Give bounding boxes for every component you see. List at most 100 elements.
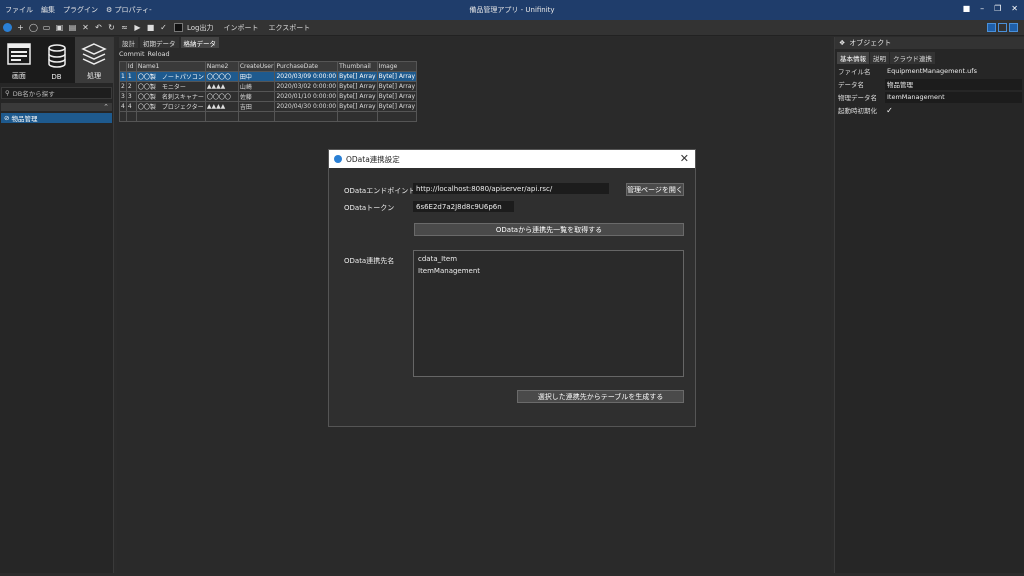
cell-name2[interactable]: ▲▲▲▲: [204, 101, 239, 112]
cell-empty[interactable]: [237, 111, 276, 122]
fetch-targets-button[interactable]: ODataから連携先一覧を取得する: [414, 223, 684, 236]
category-screen[interactable]: 画面: [0, 37, 38, 83]
minimize-icon[interactable]: –: [980, 4, 984, 13]
table-row[interactable]: 1 1 〇〇製 ノートパソコン 〇〇〇〇 田中 2020/03/09 0:00:…: [119, 71, 418, 82]
cell-name1[interactable]: 〇〇製 名刺スキャナー: [135, 91, 206, 102]
save-all-icon[interactable]: ▤: [68, 23, 77, 32]
init-on-start-checkbox[interactable]: ✓: [885, 106, 894, 115]
tab-stored-data[interactable]: 格納データ: [180, 37, 219, 48]
cell-purchase-date[interactable]: 2020/03/09 0:00:00: [274, 71, 339, 82]
cell-id[interactable]: 2: [125, 81, 137, 92]
save-icon[interactable]: ▣: [55, 23, 64, 32]
cell-create-user[interactable]: 吉田: [237, 101, 276, 112]
open-admin-button[interactable]: 管理ページを開く: [626, 183, 684, 196]
category-db[interactable]: DB: [38, 37, 76, 83]
targets-list[interactable]: cdata_Item ItemManagement: [413, 250, 684, 377]
category-process[interactable]: 処理: [75, 37, 114, 83]
cell-thumbnail[interactable]: Byte[] Array: [337, 101, 378, 112]
cell-name2[interactable]: ▲▲▲▲: [204, 81, 239, 92]
row-header[interactable]: [119, 111, 127, 122]
cell-name1[interactable]: 〇〇製 モニター: [135, 81, 206, 92]
menu-edit[interactable]: 編集: [41, 5, 55, 15]
cell-name2[interactable]: 〇〇〇〇: [204, 71, 239, 82]
restore-icon[interactable]: ❐: [994, 4, 1001, 13]
data-name-field[interactable]: 物品管理: [885, 78, 1022, 90]
close-icon[interactable]: ✕: [680, 152, 689, 165]
row-header[interactable]: 3: [119, 91, 127, 102]
column-header[interactable]: Image: [376, 61, 418, 72]
cell-purchase-date[interactable]: 2020/01/10 0:00:00: [274, 91, 339, 102]
cell-name1[interactable]: 〇〇製 プロジェクター: [135, 101, 206, 112]
row-header[interactable]: 1: [119, 71, 127, 82]
close-icon[interactable]: ✕: [1011, 4, 1018, 13]
layout-center-icon[interactable]: [998, 23, 1007, 32]
physical-name-field[interactable]: ItemManagement: [885, 91, 1022, 103]
generate-table-button[interactable]: 選択した連携先からテーブルを生成する: [517, 390, 684, 403]
table-row[interactable]: 3 3 〇〇製 名刺スキャナー 〇〇〇〇 佐藤 2020/01/10 0:00:…: [119, 91, 418, 102]
new-row[interactable]: [119, 111, 418, 122]
column-header[interactable]: PurchaseDate: [274, 61, 339, 72]
table-row[interactable]: 4 4 〇〇製 プロジェクター ▲▲▲▲ 吉田 2020/04/30 0:00:…: [119, 101, 418, 112]
commit-button[interactable]: Commit: [119, 50, 145, 58]
token-field[interactable]: 6s6E2d7a2J8d8c9U6p6n: [413, 201, 514, 212]
refresh-icon[interactable]: ↻: [107, 23, 116, 32]
cell-empty[interactable]: [274, 111, 339, 122]
add-icon[interactable]: +: [16, 23, 25, 32]
cell-id[interactable]: 4: [125, 101, 137, 112]
layout-left-icon[interactable]: [987, 23, 996, 32]
column-header[interactable]: Id: [125, 61, 137, 72]
export-button[interactable]: エクスポート: [269, 23, 311, 33]
cell-empty[interactable]: [125, 111, 137, 122]
cell-thumbnail[interactable]: Byte[] Array: [337, 81, 378, 92]
cell-empty[interactable]: [376, 111, 418, 122]
cell-empty[interactable]: [204, 111, 239, 122]
column-header[interactable]: CreateUser: [237, 61, 276, 72]
cell-purchase-date[interactable]: 2020/03/02 0:00:00: [274, 81, 339, 92]
import-button[interactable]: インポート: [224, 23, 259, 33]
user-icon[interactable]: ■: [963, 4, 971, 13]
cell-purchase-date[interactable]: 2020/04/30 0:00:00: [274, 101, 339, 112]
check-icon[interactable]: ✓: [159, 23, 168, 32]
cell-create-user[interactable]: 佐藤: [237, 91, 276, 102]
cell-name2[interactable]: 〇〇〇〇: [204, 91, 239, 102]
tab-cloud-link[interactable]: クラウド連携: [890, 52, 935, 64]
bell-icon[interactable]: ◯: [29, 23, 38, 32]
delete-icon[interactable]: ✕: [81, 23, 90, 32]
db-search-input[interactable]: ⚲ DB名から探す: [1, 87, 112, 99]
row-header[interactable]: 4: [119, 101, 127, 112]
tab-basic-info[interactable]: 基本情報: [837, 52, 869, 64]
layout-right-icon[interactable]: [1009, 23, 1018, 32]
cell-image[interactable]: Byte[] Array: [376, 71, 418, 82]
cell-id[interactable]: 1: [125, 71, 137, 82]
stop-icon[interactable]: ■: [146, 23, 155, 32]
list-item[interactable]: cdata_Item: [418, 255, 679, 267]
reload-button[interactable]: Reload: [148, 50, 170, 58]
tab-description[interactable]: 説明: [870, 52, 889, 64]
column-header[interactable]: Thumbnail: [337, 61, 378, 72]
menu-plugin[interactable]: プラグイン: [63, 5, 98, 15]
column-header[interactable]: Name2: [204, 61, 239, 72]
cell-name1[interactable]: 〇〇製 ノートパソコン: [135, 71, 206, 82]
chevron-up-icon[interactable]: ⌃: [103, 103, 109, 111]
cell-thumbnail[interactable]: Byte[] Array: [337, 91, 378, 102]
table-row[interactable]: 2 2 〇〇製 モニター ▲▲▲▲ 山崎 2020/03/02 0:00:00 …: [119, 81, 418, 92]
log-output-checkbox[interactable]: [174, 23, 183, 32]
undo-icon[interactable]: ↶: [94, 23, 103, 32]
cell-thumbnail[interactable]: Byte[] Array: [337, 71, 378, 82]
row-header[interactable]: 2: [119, 81, 127, 92]
cell-image[interactable]: Byte[] Array: [376, 81, 418, 92]
folder-icon[interactable]: ▭: [42, 23, 51, 32]
list-item[interactable]: ItemManagement: [418, 267, 679, 279]
tree-item-db[interactable]: ⊘ 物品管理: [1, 113, 112, 123]
column-header[interactable]: Name1: [135, 61, 206, 72]
endpoint-field[interactable]: http://localhost:8080/apiserver/api.rsc/: [413, 183, 609, 194]
cell-create-user[interactable]: 山崎: [237, 81, 276, 92]
cell-image[interactable]: Byte[] Array: [376, 101, 418, 112]
tab-initial-data[interactable]: 初期データ: [140, 37, 179, 48]
menu-properties[interactable]: ⚙ プロパティ-: [106, 5, 152, 15]
wifi-icon[interactable]: ≈: [120, 23, 129, 32]
cell-create-user[interactable]: 田中: [237, 71, 276, 82]
cell-empty[interactable]: [135, 111, 206, 122]
cell-id[interactable]: 3: [125, 91, 137, 102]
cell-empty[interactable]: [337, 111, 378, 122]
